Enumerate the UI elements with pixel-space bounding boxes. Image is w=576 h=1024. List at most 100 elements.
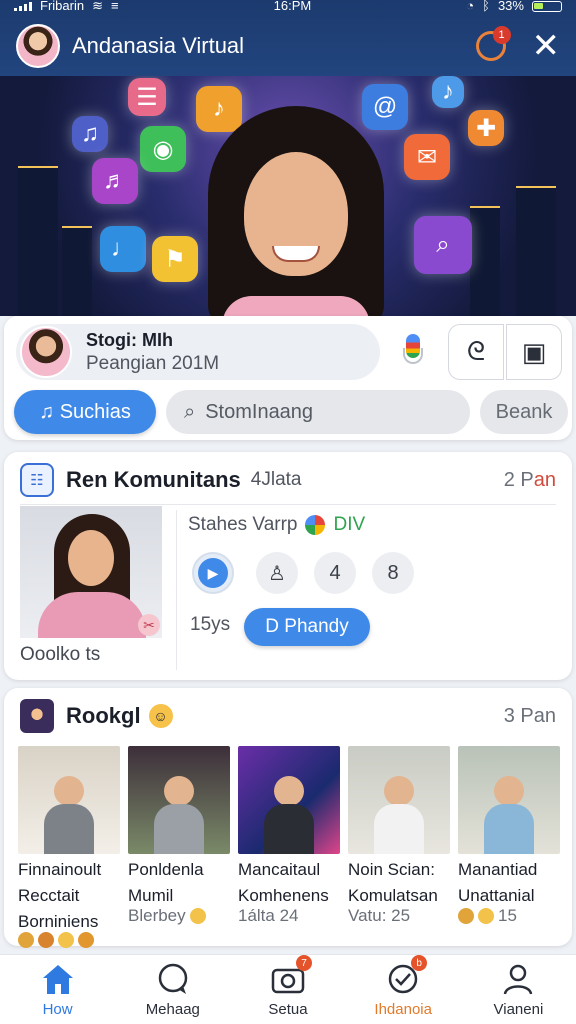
clock: 16:PM: [273, 0, 312, 12]
nav-label: Vianeni: [493, 1001, 544, 1018]
signal-icon: [14, 1, 32, 11]
divider: [20, 504, 556, 505]
bluetooth-icon: ᛒ: [482, 0, 490, 12]
battery-icon: [531, 0, 562, 12]
music-player-icon: ♬: [92, 158, 138, 204]
profile-subtitle: Peangian 201M: [86, 352, 220, 374]
link-button[interactable]: ᘓ: [448, 324, 504, 380]
secondary-chip-label: Beank: [495, 400, 553, 423]
control-button-4[interactable]: 4: [314, 552, 356, 594]
list-item[interactable]: Mancaitaul Komhenens 1álta 24: [238, 746, 340, 948]
tile-subtitle: 1álta 24: [238, 906, 299, 925]
community-photo[interactable]: ✂: [20, 506, 162, 638]
community-icon: ☷: [20, 463, 54, 497]
person-button[interactable]: ♙: [256, 552, 298, 594]
tile-title: Unattanial: [458, 886, 535, 905]
tag-icon: ✂: [138, 614, 160, 636]
carrier-label: Fribarin: [40, 0, 85, 12]
chat-bubble-icon: ◉: [140, 126, 186, 172]
tile-title: Manantiad: [458, 860, 538, 879]
home-icon: [40, 961, 76, 997]
notification-button[interactable]: 1: [475, 26, 511, 61]
secondary-chip[interactable]: Beank: [480, 390, 568, 434]
nav-camera[interactable]: 7 Setua: [230, 955, 345, 1024]
nav-profile[interactable]: Vianeni: [461, 955, 576, 1024]
list-item[interactable]: Noin Scian: Komulatsan Vatu: 25: [348, 746, 450, 948]
thumbnail: [18, 746, 120, 854]
profile-pill[interactable]: Stogi: MIh Peangian 201M: [16, 324, 380, 380]
reaction-icon: [458, 908, 474, 924]
flag-app-icon: ⚑: [152, 236, 198, 282]
list-item[interactable]: Ponldenla Mumil Blerbey: [128, 746, 230, 948]
list-item[interactable]: Finnainoult Recctait Borniniens: [18, 746, 120, 948]
music-note-icon: ♫: [39, 400, 60, 423]
control-button-8[interactable]: 8: [372, 552, 414, 594]
nav-badge: b: [411, 955, 428, 971]
plus-app-icon: ✚: [468, 110, 504, 146]
community-meta: 4Jlata: [250, 469, 302, 490]
play-button[interactable]: ▶: [192, 552, 234, 594]
user-avatar[interactable]: [16, 24, 60, 68]
community-cta-button[interactable]: D Phandy: [244, 608, 370, 646]
tile-subtitle: Vatu: 25: [348, 906, 411, 925]
close-button[interactable]: ✕: [532, 29, 561, 63]
hero-banner: ☰ ♫ ◉ ♪ ♬ ♩ ⚑ @ ♪ ✚ ✉ ⌕: [0, 76, 576, 316]
divider: [176, 510, 177, 670]
nav-label: Ihdanoia: [374, 1001, 432, 1018]
rookgl-count[interactable]: 3 Pan: [504, 705, 556, 728]
nav-messages[interactable]: Mehaag: [115, 955, 230, 1024]
status-tag: DIV: [333, 514, 366, 535]
tile-title: Noin Scian:: [348, 860, 435, 879]
reaction-icon: [18, 932, 34, 948]
notification-badge: 1: [492, 26, 511, 44]
check-icon: b: [385, 955, 428, 997]
profile-name: Stogi: MIh: [86, 329, 173, 350]
pinwheel-icon: [305, 515, 326, 535]
community-status: Stahes Varrp DIV: [188, 514, 366, 535]
list-app-icon: ☰: [128, 78, 166, 116]
nav-badge: 7: [296, 955, 312, 971]
battery-percent: 33%: [497, 0, 524, 12]
rookgl-list: Finnainoult Recctait Borniniens Ponldenl…: [18, 746, 562, 948]
music-chip[interactable]: ♫ Suchias: [14, 390, 156, 434]
thumbnail: [348, 746, 450, 854]
tile-subtitle: Borniniens: [18, 912, 99, 931]
building-shape: [516, 186, 556, 316]
emoji-icon: [189, 908, 206, 924]
wifi-icon: ≋: [92, 0, 103, 12]
community-count[interactable]: 2 Pan: [504, 469, 556, 492]
list-item[interactable]: Manantiad Unattanial 15: [458, 746, 560, 948]
nav-home[interactable]: How: [0, 955, 115, 1024]
top-bar: Fribarin ≋ ≡ 16:PM ◔ ᛒ 33% Andanasia Vir…: [0, 0, 576, 78]
menu-icon: ≡: [110, 0, 119, 12]
search-input[interactable]: ⌕ StomInaang: [166, 390, 470, 434]
time-label: 15ys: [190, 614, 231, 635]
search-placeholder: StomInaang: [205, 400, 314, 423]
audio-icon: ♪: [432, 76, 464, 108]
thumbnail: [458, 746, 560, 854]
music-chip-label: Suchias: [59, 400, 131, 423]
reaction-icon: [478, 908, 494, 924]
tile-subtitle: 15: [498, 906, 517, 925]
reaction-icon: [58, 932, 74, 948]
camera-icon: 7: [270, 955, 312, 997]
photo-caption: Ooolko ts: [20, 644, 101, 665]
app-title: Andanasia Virtual: [72, 33, 245, 58]
calendar-button[interactable]: ▣: [506, 324, 562, 380]
person-icon: [500, 961, 536, 997]
spiral-icon: ᘓ: [466, 336, 486, 366]
tile-subtitle: Blerbey: [128, 906, 186, 925]
thumbnail: [128, 746, 230, 854]
building-shape: [62, 226, 92, 316]
thumbnail: [238, 746, 340, 854]
building-shape: [18, 166, 58, 316]
tile-title: Komhenens: [238, 886, 329, 905]
music-note-icon: ♫: [72, 116, 108, 152]
profile-avatar: [20, 326, 72, 378]
rookgl-title: Rookgl: [66, 703, 141, 728]
search-app-icon: ⌕: [414, 216, 472, 274]
nav-highlight[interactable]: b Ihdanoia: [346, 955, 461, 1024]
microphone-icon[interactable]: [398, 334, 428, 372]
shirt-shape: [222, 296, 370, 316]
play-icon: ▶: [198, 558, 228, 588]
